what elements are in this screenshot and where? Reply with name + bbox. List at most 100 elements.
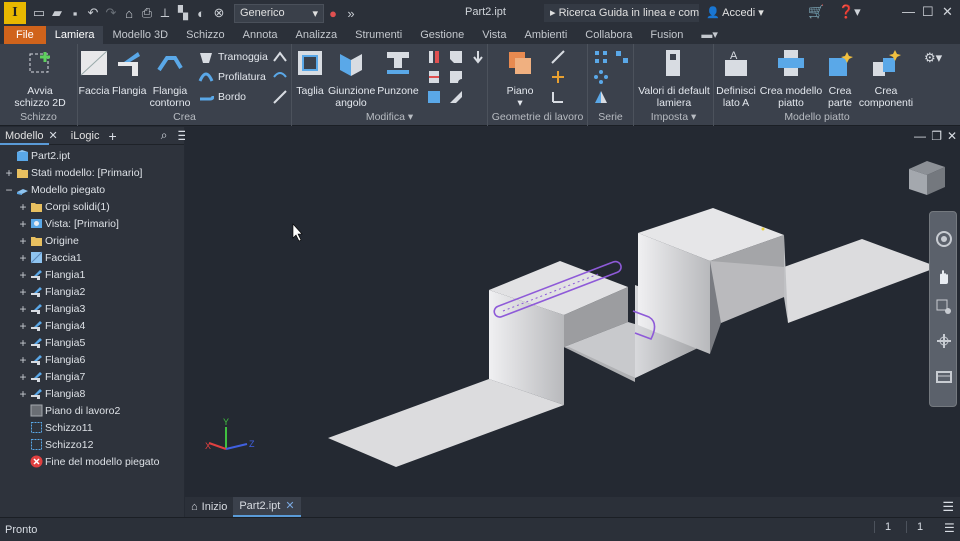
refold-icon[interactable]: [426, 69, 442, 85]
delete-face-icon[interactable]: [470, 49, 486, 65]
tree-node[interactable]: Piano di lavoro2: [18, 402, 120, 419]
tree-expander-icon[interactable]: +: [18, 251, 28, 265]
tree-expander-icon[interactable]: −: [4, 183, 14, 197]
ribbon-options-icon[interactable]: ⚙▾: [924, 50, 942, 66]
home-icon[interactable]: ⌂: [120, 6, 138, 21]
tab-gestione[interactable]: Gestione: [411, 26, 473, 44]
tab-vista[interactable]: Vista: [473, 26, 515, 44]
tree-expander-icon[interactable]: +: [18, 336, 28, 350]
tab-home[interactable]: ⌂ Inizio: [185, 497, 233, 517]
tree-node[interactable]: + Stati modello: [Primario]: [4, 164, 142, 181]
tree-expander-icon[interactable]: +: [18, 353, 28, 367]
close-icon[interactable]: ✕: [285, 496, 294, 516]
tree-expander-icon[interactable]: +: [18, 217, 28, 231]
tree-node[interactable]: − Modello piegato: [4, 181, 105, 198]
tree-node[interactable]: + Faccia1: [18, 249, 81, 266]
tree-expander-icon[interactable]: +: [18, 370, 28, 384]
tree-expander-icon[interactable]: +: [18, 387, 28, 401]
save-icon[interactable]: ▪: [66, 6, 84, 21]
new-file-icon[interactable]: ▭: [30, 5, 48, 21]
tree-expander-icon[interactable]: +: [18, 234, 28, 248]
tab-schizzo[interactable]: Schizzo: [177, 26, 234, 44]
tree-node[interactable]: + Flangia4: [18, 317, 85, 334]
tree-node[interactable]: + Flangia7: [18, 368, 85, 385]
thicken-icon[interactable]: [448, 89, 464, 105]
pan-icon[interactable]: [935, 268, 953, 286]
tree-expander-icon[interactable]: +: [18, 319, 28, 333]
mirror-icon[interactable]: [593, 89, 609, 105]
flangia-contorno-button[interactable]: Flangia contorno: [148, 48, 192, 109]
tree-node[interactable]: + Origine: [18, 232, 78, 249]
profilatura-button[interactable]: Profilatura: [198, 69, 266, 85]
faccia-button[interactable]: Faccia: [78, 48, 110, 97]
material-dropdown[interactable]: Generico ▾: [234, 3, 324, 23]
punzone-button[interactable]: Punzone: [376, 48, 420, 97]
definisci-lato-button[interactable]: A Definisci lato A: [714, 48, 758, 109]
work-axis-icon[interactable]: [550, 49, 566, 65]
crea-parte-button[interactable]: Crea parte: [824, 48, 856, 109]
undo-icon[interactable]: ↶: [84, 5, 102, 21]
tree-node[interactable]: Schizzo12: [18, 436, 93, 453]
ucs-icon[interactable]: [550, 89, 566, 105]
tab-ambienti[interactable]: Ambienti: [515, 26, 576, 44]
browser-tab-ilogic[interactable]: iLogic: [66, 127, 105, 145]
viewcube[interactable]: [909, 161, 945, 195]
tree-node[interactable]: + Corpi solidi(1): [18, 198, 109, 215]
tree-node[interactable]: + Flangia2: [18, 283, 85, 300]
tree-expander-icon[interactable]: +: [18, 268, 28, 282]
viewport-maximize-icon[interactable]: ❐: [931, 129, 942, 143]
bend-icon[interactable]: [272, 69, 288, 85]
tab-annota[interactable]: Annota: [234, 26, 287, 44]
fold-icon[interactable]: [272, 49, 288, 65]
clear-override-icon[interactable]: ⊗: [210, 5, 228, 21]
tree-expander-icon[interactable]: +: [4, 166, 14, 180]
tree-node[interactable]: + Flangia8: [18, 385, 85, 402]
giunzione-angolo-button[interactable]: Giunzione angolo: [328, 48, 375, 109]
tree-node[interactable]: + Flangia6: [18, 351, 85, 368]
model-canvas[interactable]: Y X Z: [185, 127, 960, 497]
color-wheel-icon[interactable]: ●: [324, 6, 342, 21]
sign-in-button[interactable]: 👤 Accedi ▾: [706, 6, 764, 19]
rip-icon[interactable]: [272, 89, 288, 105]
flat-face-2[interactable]: [784, 239, 938, 323]
maximize-icon[interactable]: ☐: [922, 4, 934, 20]
tree-node[interactable]: Fine del modello piegato: [18, 453, 159, 470]
search-icon[interactable]: ⌕: [161, 128, 168, 143]
camera-icon[interactable]: ▬▾: [692, 26, 727, 44]
tree-node[interactable]: + Vista: [Primario]: [18, 215, 118, 232]
help-search-input[interactable]: ▸ Ricerca Guida in linea e comand: [544, 4, 699, 22]
graphics-window[interactable]: Y X Z — ❐ ✕: [185, 127, 960, 497]
group-label-imposta[interactable]: Imposta ▾: [634, 111, 713, 123]
work-point[interactable]: [761, 227, 765, 231]
appearance-icon[interactable]: ◐: [192, 6, 210, 21]
tab-lamiera[interactable]: Lamiera: [45, 26, 104, 44]
sheet-metal-part[interactable]: [328, 208, 938, 467]
bordo-button[interactable]: Bordo: [198, 89, 246, 105]
pattern-grid-icon[interactable]: [614, 49, 630, 65]
viewport-close-icon[interactable]: ✕: [947, 129, 957, 143]
valori-default-button[interactable]: Valori di default lamiera: [636, 48, 712, 109]
help-icon[interactable]: ❓▾: [838, 4, 861, 20]
flangia-button[interactable]: Flangia: [112, 48, 146, 97]
tab-file[interactable]: File: [4, 26, 46, 44]
group-label-modifica[interactable]: Modifica ▾: [292, 111, 487, 123]
minimize-icon[interactable]: —: [902, 4, 915, 19]
viewport-minimize-icon[interactable]: —: [914, 129, 926, 143]
corner-relief-icon[interactable]: [448, 69, 464, 85]
cart-icon[interactable]: 🛒: [808, 4, 824, 20]
status-menu-icon[interactable]: ☰: [944, 521, 955, 535]
print-icon[interactable]: ⎙: [138, 5, 156, 21]
tree-expander-icon[interactable]: +: [18, 302, 28, 316]
steering-wheel-icon[interactable]: [935, 230, 953, 248]
tree-expander-icon[interactable]: +: [18, 285, 28, 299]
tree-node[interactable]: + Flangia5: [18, 334, 85, 351]
tree-node[interactable]: + Flangia3: [18, 300, 85, 317]
tab-analizza[interactable]: Analizza: [287, 26, 347, 44]
measure-icon[interactable]: ⟂: [156, 5, 174, 21]
crea-componenti-button[interactable]: Crea componenti: [856, 48, 916, 109]
app-logo[interactable]: I: [4, 2, 26, 24]
close-window-icon[interactable]: ✕: [942, 4, 953, 20]
corner-round-icon[interactable]: [426, 89, 442, 105]
circular-pattern-icon[interactable]: [593, 69, 609, 85]
close-icon[interactable]: ✕: [49, 129, 58, 142]
